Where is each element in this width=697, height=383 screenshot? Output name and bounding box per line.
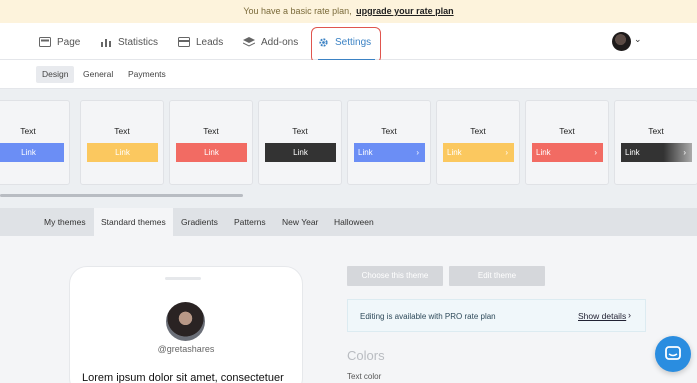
profile-avatar bbox=[166, 302, 205, 341]
card-text: Text bbox=[470, 126, 486, 136]
upgrade-link[interactable]: upgrade your rate plan bbox=[356, 6, 454, 16]
chevron-right-icon: › bbox=[683, 148, 686, 157]
colors-heading: Colors bbox=[347, 348, 385, 363]
theme-card[interactable]: Text Link › bbox=[436, 100, 520, 185]
card-link-label: Link bbox=[293, 148, 308, 157]
card-text: Text bbox=[381, 126, 397, 136]
upgrade-banner: You have a basic rate plan, upgrade your… bbox=[0, 0, 697, 23]
nav-settings-label: Settings bbox=[335, 36, 372, 48]
card-text: Text bbox=[292, 126, 308, 136]
nav-page[interactable]: Page bbox=[39, 33, 80, 51]
bar-chart-icon bbox=[101, 39, 111, 47]
card-link-button: Link bbox=[176, 143, 247, 162]
edit-theme-button[interactable]: Edit theme bbox=[449, 266, 545, 286]
theme-card[interactable]: Text Link bbox=[0, 100, 70, 185]
nav-statistics-label: Statistics bbox=[118, 36, 159, 48]
chat-icon bbox=[665, 346, 681, 360]
card-link-button: Link bbox=[87, 143, 158, 162]
card-link-label: Link bbox=[21, 148, 36, 157]
card-link-button: Link › bbox=[621, 143, 692, 162]
nav-page-label: Page bbox=[57, 36, 81, 48]
profile-description: Lorem ipsum dolor sit amet, consectetuer bbox=[82, 372, 284, 383]
horizontal-scrollbar[interactable] bbox=[0, 194, 243, 197]
card-text: Text bbox=[203, 126, 219, 136]
tab-gradients[interactable]: Gradients bbox=[174, 208, 225, 236]
card-text: Text bbox=[559, 126, 575, 136]
tab-halloween[interactable]: Halloween bbox=[327, 208, 381, 236]
layers-icon bbox=[243, 37, 255, 47]
nav-addons[interactable]: Add-ons bbox=[243, 33, 298, 51]
card-text: Text bbox=[114, 126, 130, 136]
card-link-button: Link › bbox=[532, 143, 603, 162]
pro-notice-text: Editing is available with PRO rate plan bbox=[360, 312, 496, 321]
nav-statistics[interactable]: Statistics bbox=[100, 33, 158, 51]
card-link-label: Link bbox=[358, 148, 373, 157]
gear-icon bbox=[319, 37, 328, 47]
theme-card[interactable]: Text Link › bbox=[525, 100, 609, 185]
chat-button[interactable] bbox=[655, 336, 691, 372]
chevron-right-icon: › bbox=[628, 310, 631, 320]
chevron-right-icon: › bbox=[594, 148, 597, 157]
card-link-button: Link › bbox=[354, 143, 425, 162]
tab-new-year[interactable]: New Year bbox=[275, 208, 325, 236]
tab-general[interactable]: General bbox=[77, 66, 119, 83]
card-link-button: Link bbox=[265, 143, 336, 162]
card-link-label: Link bbox=[115, 148, 130, 157]
nav-leads-label: Leads bbox=[196, 36, 224, 48]
theme-card[interactable]: Text Link › bbox=[614, 100, 697, 185]
chevron-right-icon: › bbox=[505, 148, 508, 157]
tab-design[interactable]: Design bbox=[36, 66, 75, 83]
nav-leads[interactable]: Leads bbox=[178, 33, 223, 51]
nav-settings[interactable]: Settings bbox=[318, 33, 371, 51]
card-text: Text bbox=[20, 126, 36, 136]
card-link-button: Link bbox=[0, 143, 64, 162]
phone-notch bbox=[165, 277, 201, 280]
theme-card[interactable]: Text Link bbox=[80, 100, 164, 185]
tab-my-themes[interactable]: My themes bbox=[37, 208, 93, 236]
chevron-right-icon: › bbox=[416, 148, 419, 157]
card-link-label: Link bbox=[204, 148, 219, 157]
theme-card[interactable]: Text Link bbox=[169, 100, 253, 185]
banner-text: You have a basic rate plan, bbox=[243, 6, 352, 16]
page-icon bbox=[39, 37, 51, 47]
nav-addons-label: Add-ons bbox=[261, 36, 299, 48]
tab-payments[interactable]: Payments bbox=[122, 66, 172, 83]
tab-patterns[interactable]: Patterns bbox=[227, 208, 273, 236]
chevron-down-icon[interactable]: ⌄ bbox=[634, 34, 642, 45]
theme-card[interactable]: Text Link › bbox=[347, 100, 431, 185]
user-avatar[interactable] bbox=[612, 32, 631, 51]
show-details-link[interactable]: Show details bbox=[578, 311, 626, 321]
tab-standard-themes[interactable]: Standard themes bbox=[94, 208, 173, 236]
choose-theme-button[interactable]: Choose this theme bbox=[347, 266, 443, 286]
profile-handle: @gretashares bbox=[157, 344, 215, 354]
card-link-label: Link bbox=[536, 148, 551, 157]
card-text: Text bbox=[648, 126, 664, 136]
theme-card[interactable]: Text Link bbox=[258, 100, 342, 185]
text-color-label: Text color bbox=[347, 372, 382, 381]
leads-icon bbox=[178, 37, 190, 47]
card-link-label: Link bbox=[447, 148, 462, 157]
card-link-label: Link bbox=[625, 148, 640, 157]
card-link-button: Link › bbox=[443, 143, 514, 162]
